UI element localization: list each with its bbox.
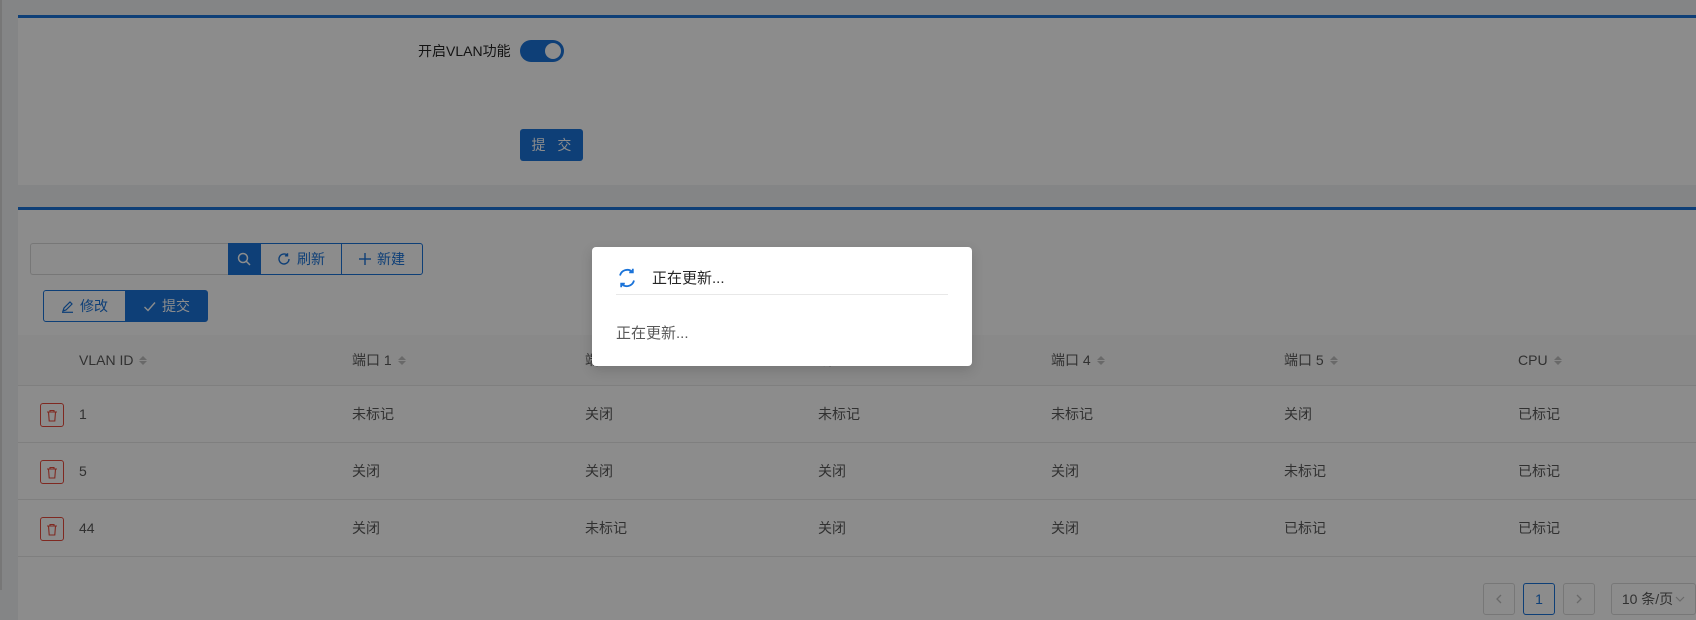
updating-modal: 正在更新... 正在更新... [592, 247, 972, 366]
modal-title: 正在更新... [652, 270, 725, 287]
modal-body: 正在更新... [616, 325, 689, 342]
loading-spinner-icon [619, 268, 635, 287]
modal-header: 正在更新... [616, 261, 948, 295]
